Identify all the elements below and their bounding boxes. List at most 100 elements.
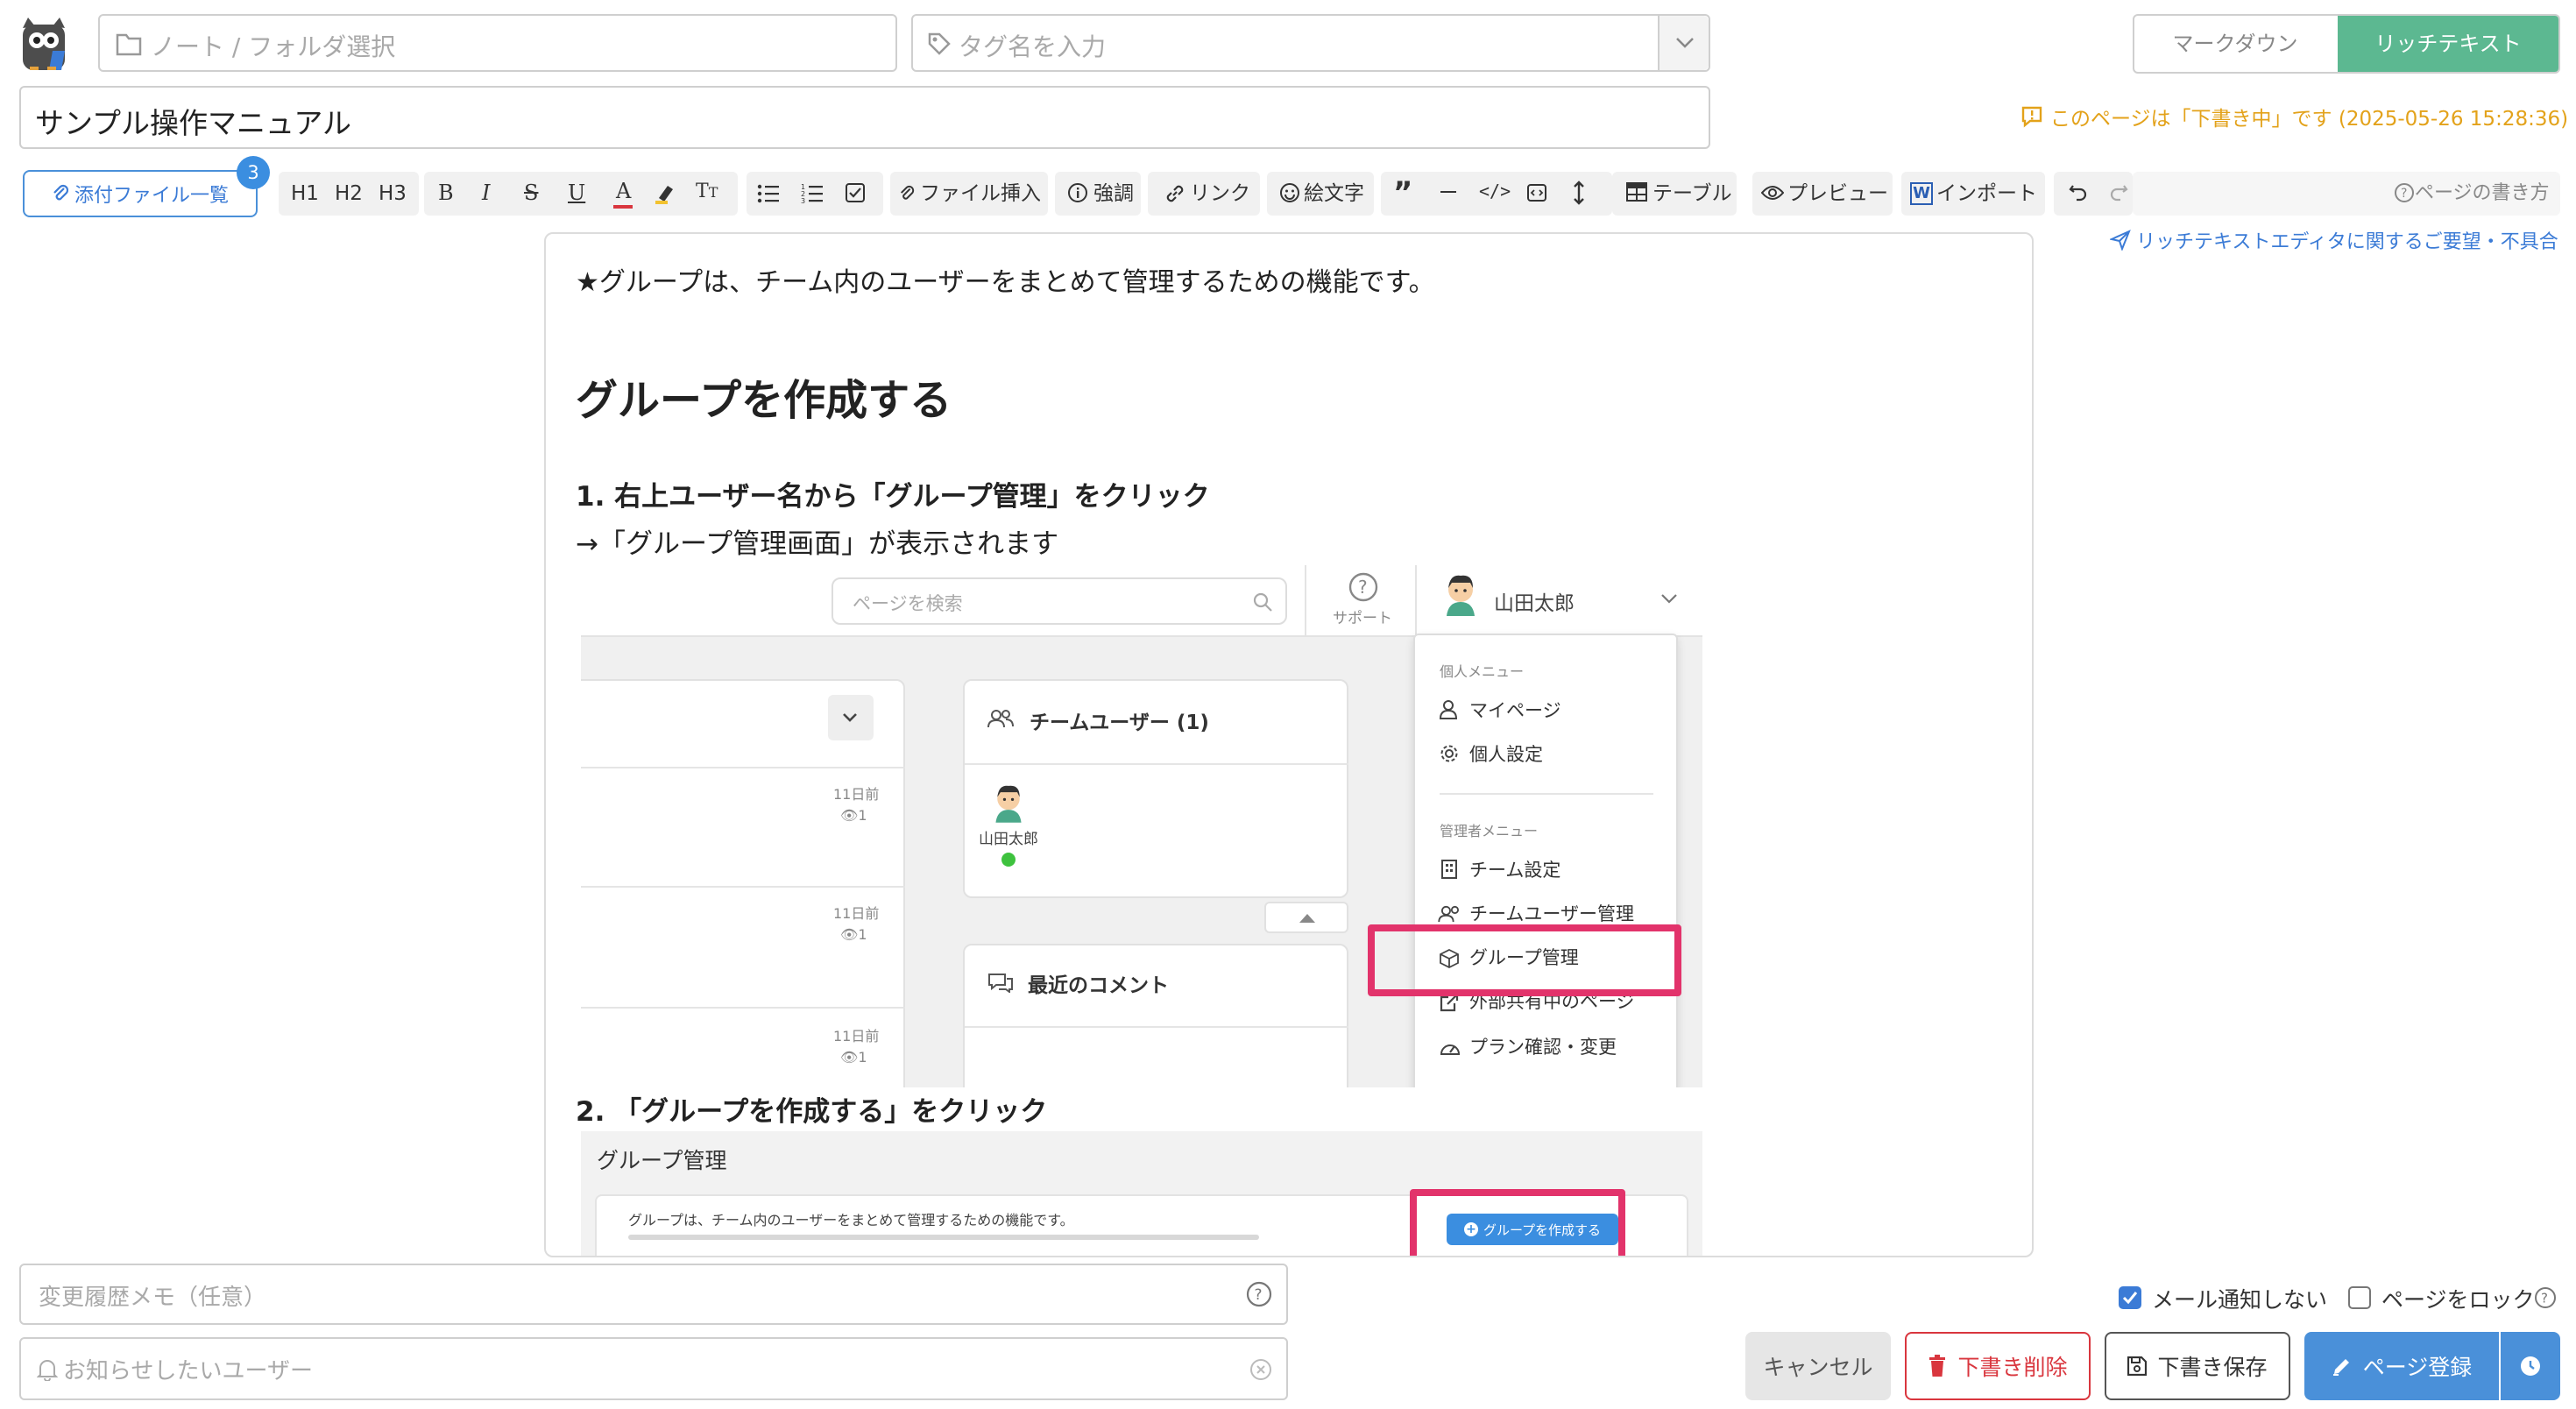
screenshot-card-divider [965,763,1348,765]
send-icon [2110,230,2131,251]
lock-page-label: ページをロック [2381,1287,2535,1313]
cancel-label: キャンセル [1763,1355,1873,1380]
delete-draft-label: 下書き削除 [1957,1355,2068,1380]
menu-personal-settings: 個人設定 [1469,744,1543,765]
clear-circle-icon[interactable] [1249,1358,1272,1381]
user-icon [1440,700,1457,719]
feedback-link[interactable]: リッチテキストエディタに関するご要望・不具合 [2110,226,2558,254]
users-icon [987,709,1014,728]
richtext-mode-button[interactable]: リッチテキスト [2338,16,2558,72]
step1-note: →「グループ管理画面」が表示されます [576,528,1059,560]
link-button[interactable]: リンク [1190,179,1250,209]
page-title-input[interactable]: サンプル操作マニュアル [19,86,1710,149]
note-folder-select[interactable]: ノート / フォルダ選択 [98,14,897,72]
register-label: ページ登録 [2362,1355,2473,1380]
quote-icon[interactable]: ” [1393,175,1412,210]
chevron-down-icon [1675,37,1695,49]
bullet-list-icon[interactable] [757,184,780,203]
screenshot-group-menu: ページを検索 ? サポート 山田太郎 11日前 👁1 11日前 👁1 11日前 … [581,565,1702,1087]
comments-icon [987,972,1014,993]
svg-text:?: ? [2541,1291,2548,1306]
h1-button[interactable]: H1 [291,179,319,209]
menu-team-settings: チーム設定 [1469,860,1561,881]
feedback-link-text: リッチテキストエディタに関するご要望・不具合 [2136,231,2558,253]
screenshot-list-card: 11日前 👁1 11日前 👁1 11日前 👁1 [581,679,905,1087]
chevron-down-icon [842,712,858,723]
comment-alert-icon [2020,105,2043,128]
schedule-publish-button[interactable] [2501,1332,2560,1400]
underline-button[interactable]: U [568,181,585,205]
editor-heading: グループを作成する [576,376,952,425]
emoji-button[interactable]: 絵文字 [1304,179,1364,209]
horizontal-rule-icon[interactable] [1440,191,1456,194]
markdown-mode-button[interactable]: マークダウン [2134,16,2336,72]
screenshot-collapse-toggle [828,695,874,740]
screenshot-list-views: 👁1 [840,926,867,943]
no-email-label: メール通知しない [2152,1287,2328,1313]
clock-icon [2520,1356,2541,1377]
app-logo[interactable] [18,16,70,74]
highlight-icon[interactable] [654,182,676,205]
screenshot2-description: グループは、チーム内のユーザーをまとめて管理するための機能です。 [628,1212,1074,1228]
gauge-icon [1440,1038,1461,1058]
change-memo-input[interactable]: 変更履歴メモ（任意） ? [19,1264,1288,1325]
cancel-button[interactable]: キャンセル [1745,1332,1891,1400]
change-memo-placeholder: 変更履歴メモ（任意） [39,1285,267,1311]
menu-admin-header: 管理者メニュー [1440,823,1539,839]
bold-button[interactable]: B [438,181,454,205]
attachments-button[interactable]: 添付ファイル一覧 [23,170,258,217]
save-draft-button[interactable]: 下書き保存 [2105,1332,2290,1400]
attachments-label: 添付ファイル一覧 [74,185,229,207]
undo-icon[interactable] [2068,182,2089,203]
svg-text:?: ? [1255,1286,1263,1304]
help-circle-icon[interactable]: ? [1246,1281,1272,1307]
italic-button[interactable]: I [482,181,490,205]
screenshot-list-time: 11日前 [833,1028,880,1044]
emphasis-button[interactable]: 強調 [1093,179,1134,209]
no-email-checkbox[interactable] [2119,1286,2141,1309]
redo-icon[interactable] [2108,182,2129,203]
step2-heading: 2. 「グループを作成する」をクリック [576,1096,1048,1128]
pencil-icon [2332,1356,2353,1377]
screenshot-team-users-title: チームユーザー (1) [1030,712,1209,734]
screenshot-user-name: 山田太郎 [1494,592,1575,615]
import-button[interactable]: インポート [1936,179,2037,209]
preview-button[interactable]: プレビュー [1787,179,1888,209]
h2-button[interactable]: H2 [335,179,363,209]
code-block-icon[interactable] [1526,182,1547,203]
lock-page-checkbox[interactable] [2348,1286,2371,1309]
draft-notice-text: このページは「下書き中」です (2025-05-26 15:28:36) [2050,108,2569,131]
help-circle-icon[interactable]: ? [2534,1286,2557,1309]
floppy-disk-icon [2127,1356,2148,1376]
eye-icon [1761,184,1784,202]
tag-input[interactable]: タグ名を入力 [911,14,1710,72]
rich-text-editor[interactable]: ★グループは、チーム内のユーザーをまとめて管理するための機能です。 グループを作… [544,232,2034,1257]
ordered-list-icon[interactable]: 123 [801,182,824,203]
screenshot-search-field: ページを検索 [832,577,1287,625]
register-page-button[interactable]: ページ登録 [2304,1332,2499,1400]
howto-link[interactable]: ページの書き方 [2415,179,2550,209]
info-circle-icon [1067,182,1088,203]
vertical-resize-icon[interactable] [1572,181,1586,205]
screenshot-user-menu: 個人メニュー マイページ 個人設定 管理者メニュー チーム設定 チームユーザー管… [1413,634,1678,1087]
screenshot-topbar-divider [1305,565,1306,637]
code-icon[interactable]: </> [1479,181,1511,202]
svg-text:?: ? [2401,187,2407,201]
menu-personal-header: 個人メニュー [1440,663,1525,680]
table-button[interactable]: テーブル [1652,179,1732,209]
gear-icon [1440,744,1459,763]
paperclip-icon [899,184,915,203]
file-insert-button[interactable]: ファイル挿入 [920,179,1041,209]
tag-dropdown-toggle[interactable] [1658,16,1709,70]
h3-button[interactable]: H3 [379,179,407,209]
menu-team-user-admin: チームユーザー管理 [1469,903,1634,924]
screenshot-list-time: 11日前 [833,905,880,922]
strikethrough-button[interactable]: S [524,181,538,205]
delete-draft-button[interactable]: 下書き削除 [1905,1332,2091,1400]
notify-users-input[interactable]: お知らせしたいユーザー [19,1337,1288,1400]
question-circle-icon: ? [1348,572,1378,602]
font-color-button[interactable]: A [612,179,634,210]
checklist-icon[interactable] [845,182,866,203]
tag-placeholder: タグ名を入力 [959,32,1107,61]
text-size-button[interactable]: TT [696,181,718,202]
